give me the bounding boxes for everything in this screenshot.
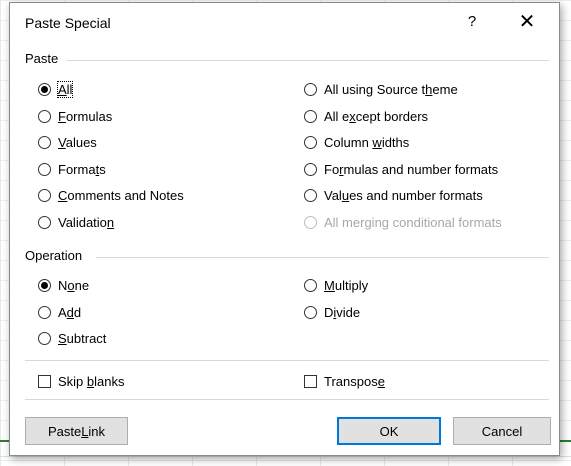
paste-formulas-number-formats-label: Formulas and number formats	[324, 161, 499, 177]
paste-all-label: All	[56, 80, 74, 98]
paste-comments-label: Comments and Notes	[58, 187, 184, 203]
radio-circle	[38, 215, 51, 229]
operation-group-label: Operation	[25, 248, 83, 263]
paste-link-button[interactable]: Paste Link	[25, 417, 128, 445]
checkbox-box	[38, 374, 51, 388]
radio-circle	[38, 135, 51, 149]
paste-values-number-formats-radio[interactable]: Values and number formats	[304, 185, 483, 205]
radio-circle	[304, 215, 317, 229]
radio-circle	[304, 82, 317, 96]
radio-circle	[38, 305, 51, 319]
radio-circle	[38, 82, 51, 96]
paste-formulas-number-formats-radio[interactable]: Formulas and number formats	[304, 159, 498, 179]
paste-special-dialog: Paste Special ? ✕ Paste All Formulas Val…	[9, 2, 560, 456]
paste-source-theme-radio[interactable]: All using Source theme	[304, 79, 458, 99]
ok-button[interactable]: OK	[337, 417, 441, 445]
radio-circle	[304, 188, 317, 202]
spreadsheet-grid-line	[0, 456, 571, 457]
operation-add-radio[interactable]: Add	[38, 302, 81, 322]
operation-add-label: Add	[58, 304, 82, 320]
operation-multiply-label: Multiply	[324, 277, 369, 293]
checkbox-separator	[25, 360, 549, 361]
operation-none-label: None	[58, 277, 90, 293]
operation-subtract-radio[interactable]: Subtract	[38, 328, 106, 348]
checkbox-box	[304, 374, 317, 388]
paste-values-label: Values	[58, 134, 97, 150]
dialog-title: Paste Special	[25, 15, 111, 31]
button-separator	[25, 399, 549, 400]
radio-circle	[304, 162, 317, 176]
paste-validation-label: Validation	[58, 214, 115, 230]
paste-all-radio[interactable]: All	[38, 79, 74, 99]
operation-divide-label: Divide	[324, 304, 361, 320]
paste-merging-conditional-formats-radio: All merging conditional formats	[304, 212, 502, 232]
paste-formulas-label: Formulas	[58, 108, 113, 124]
paste-merging-conditional-formats-label: All merging conditional formats	[324, 214, 502, 230]
close-button[interactable]: ✕	[516, 11, 538, 33]
radio-circle	[38, 188, 51, 202]
paste-formulas-radio[interactable]: Formulas	[38, 106, 112, 126]
transpose-checkbox[interactable]: Transpose	[304, 371, 385, 391]
paste-formats-radio[interactable]: Formats	[38, 159, 106, 179]
paste-except-borders-label: All except borders	[324, 108, 429, 124]
radio-circle	[304, 278, 317, 292]
operation-group-separator	[96, 257, 549, 258]
skip-blanks-checkbox[interactable]: Skip blanks	[38, 371, 125, 391]
radio-circle	[304, 109, 317, 123]
paste-except-borders-radio[interactable]: All except borders	[304, 106, 428, 126]
radio-circle	[38, 331, 51, 345]
operation-multiply-radio[interactable]: Multiply	[304, 275, 368, 295]
operation-subtract-label: Subtract	[58, 330, 107, 346]
paste-validation-radio[interactable]: Validation	[38, 212, 114, 232]
paste-group-separator	[66, 60, 549, 61]
radio-circle	[38, 109, 51, 123]
paste-values-radio[interactable]: Values	[38, 132, 97, 152]
radio-circle	[304, 305, 317, 319]
skip-blanks-label: Skip blanks	[58, 373, 125, 389]
radio-circle	[38, 162, 51, 176]
paste-values-number-formats-label: Values and number formats	[324, 187, 483, 203]
operation-divide-radio[interactable]: Divide	[304, 302, 360, 322]
help-button[interactable]: ?	[462, 13, 482, 33]
paste-column-widths-radio[interactable]: Column widths	[304, 132, 409, 152]
paste-source-theme-label: All using Source theme	[324, 81, 458, 97]
paste-group-label: Paste	[25, 51, 59, 66]
operation-none-radio[interactable]: None	[38, 275, 89, 295]
transpose-label: Transpose	[324, 373, 385, 389]
cancel-button[interactable]: Cancel	[453, 417, 551, 445]
paste-column-widths-label: Column widths	[324, 134, 410, 150]
title-bar: Paste Special ? ✕	[10, 3, 559, 43]
radio-circle	[38, 278, 51, 292]
paste-formats-label: Formats	[58, 161, 106, 177]
radio-circle	[304, 135, 317, 149]
paste-comments-radio[interactable]: Comments and Notes	[38, 185, 184, 205]
